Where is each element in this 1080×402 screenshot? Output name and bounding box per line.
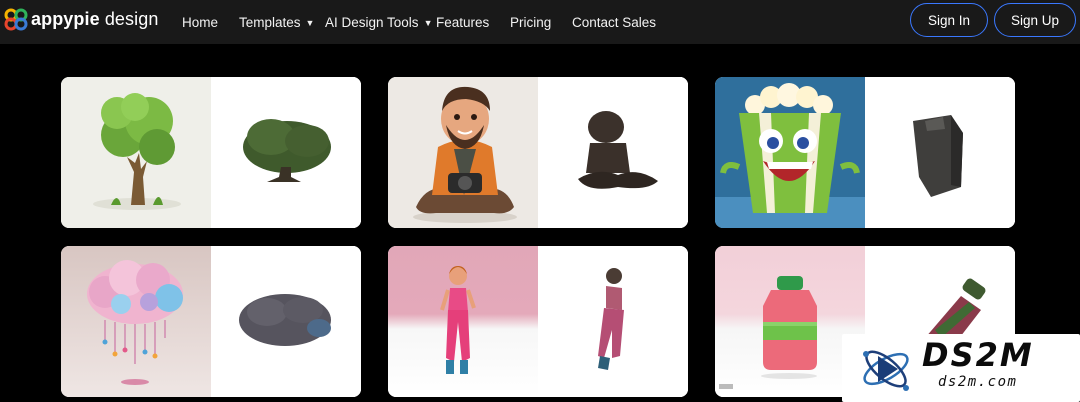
brain-cloud-image [61, 246, 211, 397]
card-original-image [388, 246, 538, 397]
card-original-image [61, 246, 211, 397]
popcorn-character-image [715, 77, 865, 228]
gallery-card-woman[interactable] [388, 246, 688, 397]
nav-home[interactable]: Home [182, 15, 218, 30]
gallery-card-man-camera[interactable] [388, 77, 688, 228]
woman-3d-model [538, 246, 688, 397]
card-3d-model-image [538, 246, 688, 397]
gallery-card-brain[interactable] [61, 246, 361, 397]
nav-pricing[interactable]: Pricing [510, 15, 551, 30]
nav-features[interactable]: Features [436, 15, 489, 30]
ds2m-logo-icon [863, 350, 909, 391]
gallery-card-tree[interactable] [61, 77, 361, 228]
sign-in-button[interactable]: Sign In [910, 3, 988, 37]
card-original-image [388, 77, 538, 228]
chevron-down-icon: ▼ [305, 17, 315, 28]
brand-logo[interactable]: appypie design [4, 7, 158, 31]
card-3d-model-image [211, 246, 361, 397]
appypie-logo-icon [4, 8, 28, 31]
card-3d-model-image [211, 77, 361, 228]
nav-contact-sales[interactable]: Contact Sales [572, 15, 656, 30]
brain-3d-model [211, 246, 361, 397]
watermark-title: DS2M [922, 336, 1034, 374]
brand-name: appypie design [31, 8, 159, 29]
tree-image [61, 77, 211, 228]
top-navbar: appypie design Home Templates ▼ AI Design… [0, 0, 1080, 44]
tree-3d-model [211, 77, 361, 228]
man-camera-3d-model [538, 77, 688, 228]
nav-templates[interactable]: Templates ▼ [239, 15, 314, 30]
sign-up-button[interactable]: Sign Up [994, 3, 1076, 37]
chevron-down-icon: ▼ [423, 17, 433, 28]
nav-ai-design-tools[interactable]: AI Design Tools ▼ [325, 15, 432, 30]
card-3d-model-image [865, 77, 1015, 228]
card-3d-model-image [538, 77, 688, 228]
man-camera-image [388, 77, 538, 228]
popcorn-3d-model [865, 77, 1015, 228]
card-original-image [715, 77, 865, 228]
watermark-url: ds2m.com [938, 374, 1018, 390]
ds2m-watermark: DS2M ds2m.com [842, 334, 1080, 402]
woman-standing-image [388, 246, 538, 397]
card-original-image [61, 77, 211, 228]
gallery-card-popcorn[interactable] [715, 77, 1015, 228]
